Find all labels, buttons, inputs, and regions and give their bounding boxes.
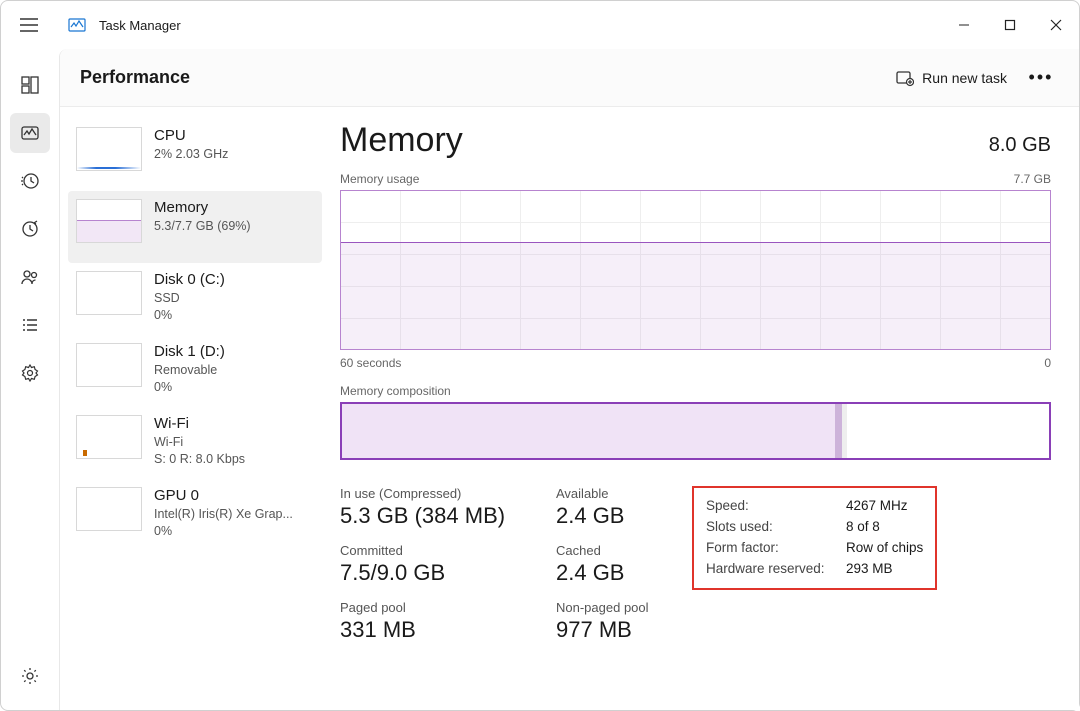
stat-nonpaged: Non-paged pool 977 MB — [556, 600, 676, 643]
resource-sub: 2% 2.03 GHz — [154, 146, 228, 163]
resource-sub: Removable 0% — [154, 362, 225, 396]
maximize-button[interactable] — [987, 5, 1033, 45]
stat-paged-label: Paged pool — [340, 600, 540, 615]
info-speed-label: Speed: — [706, 498, 838, 513]
nav-performance[interactable] — [10, 113, 50, 153]
info-reserved-label: Hardware reserved: — [706, 561, 838, 576]
resource-label: Disk 1 (D:) — [154, 343, 225, 360]
titlebar: Task Manager — [1, 1, 1079, 49]
resource-thumb — [76, 127, 142, 171]
app-title: Task Manager — [99, 18, 181, 33]
stat-inuse-label: In use (Compressed) — [340, 486, 540, 501]
nav-settings[interactable] — [10, 656, 50, 696]
axis-left-label: 60 seconds — [340, 356, 401, 370]
nav-users[interactable] — [10, 257, 50, 297]
resource-item-disk-1-d-[interactable]: Disk 1 (D:) Removable 0% — [68, 335, 322, 407]
stat-paged-value: 331 MB — [340, 617, 540, 643]
resource-thumb — [76, 343, 142, 387]
stat-cached-label: Cached — [556, 543, 676, 558]
resource-label: GPU 0 — [154, 487, 293, 504]
stat-committed-value: 7.5/9.0 GB — [340, 560, 540, 586]
resource-sub: Intel(R) Iris(R) Xe Grap... 0% — [154, 506, 293, 540]
app-icon — [67, 15, 87, 35]
composition-label: Memory composition — [340, 384, 1051, 398]
stat-committed: Committed 7.5/9.0 GB — [340, 543, 540, 586]
info-form-label: Form factor: — [706, 540, 838, 555]
stat-available: Available 2.4 GB — [556, 486, 676, 529]
memory-detail-pane: Memory 8.0 GB Memory usage 7.7 GB 60 sec… — [330, 107, 1079, 710]
stat-committed-label: Committed — [340, 543, 540, 558]
detail-capacity: 8.0 GB — [989, 134, 1051, 157]
run-task-label: Run new task — [922, 70, 1007, 86]
resource-label: CPU — [154, 127, 228, 144]
resource-thumb — [76, 199, 142, 243]
stat-cached-value: 2.4 GB — [556, 560, 676, 586]
stat-inuse-value: 5.3 GB (384 MB) — [340, 503, 540, 529]
info-speed-value: 4267 MHz — [846, 498, 923, 513]
close-button[interactable] — [1033, 5, 1079, 45]
axis-right-label: 0 — [1044, 356, 1051, 370]
memory-hardware-info: Speed: 4267 MHz Slots used: 8 of 8 Form … — [692, 486, 937, 590]
resource-item-wi-fi[interactable]: Wi-Fi Wi-Fi S: 0 R: 8.0 Kbps — [68, 407, 322, 479]
nav-processes[interactable] — [10, 65, 50, 105]
usage-chart-label: Memory usage — [340, 172, 419, 186]
resource-label: Wi-Fi — [154, 415, 245, 432]
resource-sub: 5.3/7.7 GB (69%) — [154, 218, 251, 235]
resource-item-disk-0-c-[interactable]: Disk 0 (C:) SSD 0% — [68, 263, 322, 335]
info-slots-label: Slots used: — [706, 519, 838, 534]
stat-nonpaged-value: 977 MB — [556, 617, 676, 643]
nav-details[interactable] — [10, 305, 50, 345]
content-header: Performance Run new task ••• — [60, 49, 1079, 107]
minimize-button[interactable] — [941, 5, 987, 45]
page-title: Performance — [80, 67, 190, 88]
run-task-icon — [896, 69, 914, 87]
stat-paged: Paged pool 331 MB — [340, 600, 540, 643]
info-form-value: Row of chips — [846, 540, 923, 555]
resource-sub: Wi-Fi S: 0 R: 8.0 Kbps — [154, 434, 245, 468]
stat-available-label: Available — [556, 486, 676, 501]
more-options-button[interactable]: ••• — [1023, 60, 1059, 96]
hamburger-menu-button[interactable] — [15, 11, 43, 39]
nav-services[interactable] — [10, 353, 50, 393]
resource-thumb — [76, 271, 142, 315]
memory-composition-chart — [340, 402, 1051, 460]
nav-startup-apps[interactable] — [10, 209, 50, 249]
resource-label: Memory — [154, 199, 251, 216]
detail-title: Memory — [340, 121, 463, 160]
stat-nonpaged-label: Non-paged pool — [556, 600, 676, 615]
info-slots-value: 8 of 8 — [846, 519, 923, 534]
content-pane: Performance Run new task ••• CPU 2% 2.03 … — [59, 49, 1079, 710]
window-controls — [941, 5, 1079, 45]
nav-rail — [1, 49, 59, 710]
info-reserved-value: 293 MB — [846, 561, 923, 576]
resource-item-memory[interactable]: Memory 5.3/7.7 GB (69%) — [68, 191, 322, 263]
resource-item-cpu[interactable]: CPU 2% 2.03 GHz — [68, 119, 322, 191]
performance-resource-list: CPU 2% 2.03 GHz Memory 5.3/7.7 GB (69%) Disk… — [60, 107, 330, 710]
resource-thumb — [76, 415, 142, 459]
run-new-task-button[interactable]: Run new task — [896, 69, 1007, 87]
resource-sub: SSD 0% — [154, 290, 225, 324]
resource-thumb — [76, 487, 142, 531]
resource-item-gpu-0[interactable]: GPU 0 Intel(R) Iris(R) Xe Grap... 0% — [68, 479, 322, 551]
resource-label: Disk 0 (C:) — [154, 271, 225, 288]
stat-inuse: In use (Compressed) 5.3 GB (384 MB) — [340, 486, 540, 529]
memory-usage-chart — [340, 190, 1051, 350]
stat-available-value: 2.4 GB — [556, 503, 676, 529]
nav-app-history[interactable] — [10, 161, 50, 201]
stat-cached: Cached 2.4 GB — [556, 543, 676, 586]
usage-chart-max: 7.7 GB — [1014, 172, 1051, 186]
